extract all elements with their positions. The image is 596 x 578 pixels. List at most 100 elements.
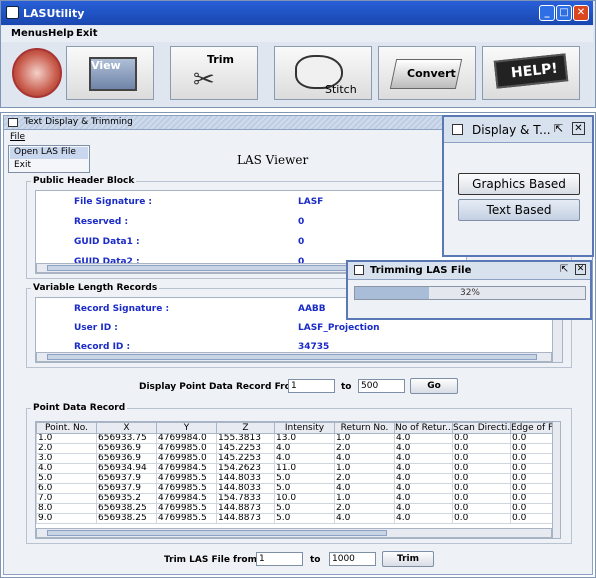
table-cell: 6.0: [36, 483, 97, 494]
table-cell: 0.0: [452, 453, 511, 464]
display-to-input[interactable]: 500: [358, 379, 405, 393]
menu-item-open[interactable]: Open LAS File: [10, 147, 88, 159]
table-cell: 145.2253: [216, 453, 275, 464]
trim-from-input[interactable]: 1: [256, 552, 303, 566]
table-cell: 1.0: [36, 433, 97, 444]
table-cell: 4.0: [394, 473, 453, 484]
menu-exit[interactable]: Exit: [76, 28, 98, 39]
table-cell: 0.0: [510, 433, 553, 444]
field-value: AABB: [298, 304, 326, 314]
table-cell: 154.2623: [216, 463, 275, 474]
table-row[interactable]: 1.0 656933.75 4769984.0 155.3813 13.0 1.0 4.0 0…: [36, 433, 553, 444]
app-titlebar: LASUtility _ □ ✕: [1, 1, 593, 25]
table-cell: 4.0: [394, 463, 453, 474]
table-cell: 0.0: [510, 443, 553, 454]
table-cell: 0.0: [452, 493, 511, 504]
table-hscrollbar[interactable]: [36, 528, 552, 538]
table-cell: 4.0: [36, 463, 97, 474]
trimming-dialog-title: Trimming LAS File: [370, 265, 472, 276]
column-header[interactable]: Z: [216, 422, 275, 434]
column-header[interactable]: Edge of F: [510, 422, 553, 434]
table-row[interactable]: 6.0 656937.9 4769985.5 144.8033 5.0 4.0 4.0 0.0…: [36, 483, 553, 494]
menu-item-exit[interactable]: Exit: [10, 160, 88, 172]
table-cell: 2.0: [36, 443, 97, 454]
table-cell: 656937.9: [96, 483, 157, 494]
column-header[interactable]: Scan Directi...: [452, 422, 511, 434]
display-from-input[interactable]: 1: [288, 379, 335, 393]
text-based-button[interactable]: Text Based: [458, 199, 580, 221]
minimize-button[interactable]: _: [539, 5, 555, 21]
table-cell: 0.0: [452, 503, 511, 514]
table-cell: 2.0: [334, 503, 395, 514]
table-row[interactable]: 5.0 656937.9 4769985.5 144.8033 5.0 2.0 4.0 0.0…: [36, 473, 553, 484]
table-cell: 0.0: [510, 483, 553, 494]
university-logo: [12, 48, 62, 98]
trim-button[interactable]: Trim ✂: [170, 46, 258, 100]
scroll-thumb[interactable]: [47, 530, 387, 536]
close-icon[interactable]: ✕: [575, 264, 586, 275]
scroll-thumb[interactable]: [47, 354, 537, 360]
scissors-icon: ✂: [193, 65, 215, 95]
window-icon: [8, 118, 18, 127]
field-label: Record ID :: [74, 342, 131, 349]
trim-to-label: to: [310, 555, 321, 565]
convert-button[interactable]: Convert: [378, 46, 476, 100]
table-cell: 0.0: [510, 453, 553, 464]
column-header[interactable]: Intensity: [274, 422, 335, 434]
column-header[interactable]: Y: [156, 422, 217, 434]
table-cell: 1.0: [334, 493, 395, 504]
table-cell: 4.0: [274, 443, 335, 454]
go-button[interactable]: Go: [410, 378, 458, 394]
maximize-button[interactable]: □: [556, 5, 572, 21]
table-cell: 9.0: [36, 513, 97, 524]
view-button[interactable]: View: [66, 46, 154, 100]
restore-icon[interactable]: ⇱: [554, 122, 563, 135]
point-data-group: Point Data Record Point. No. X Y Z Intensity…: [26, 403, 572, 544]
column-header[interactable]: Point. No.: [36, 422, 97, 434]
trim-to-input[interactable]: 1000: [329, 552, 376, 566]
file-dropdown: Open LAS File Exit: [8, 145, 90, 173]
close-icon[interactable]: ✕: [572, 122, 585, 135]
trim-progress-bar: 32%: [354, 286, 586, 300]
window-icon: [354, 265, 364, 275]
file-menu[interactable]: File: [10, 132, 25, 142]
table-row[interactable]: 4.0 656934.94 4769984.5 154.2623 11.0 1.0 4.0 0…: [36, 463, 553, 474]
stitch-button[interactable]: Stitch: [274, 46, 372, 100]
graphics-based-button[interactable]: Graphics Based: [458, 173, 580, 195]
table-cell: 0.0: [510, 513, 553, 524]
column-header[interactable]: No of Retur...: [394, 422, 453, 434]
column-header[interactable]: Return No.: [334, 422, 395, 434]
table-cell: 656936.9: [96, 453, 157, 464]
vlr-hscrollbar[interactable]: [36, 352, 552, 362]
table-vscrollbar[interactable]: [552, 422, 560, 538]
table-cell: 155.3813: [216, 433, 275, 444]
table-row[interactable]: 9.0 656938.25 4769985.5 144.8873 5.0 4.0 4.0 0.…: [36, 513, 553, 524]
help-button[interactable]: HELP!: [482, 46, 580, 100]
table-cell: 0.0: [510, 493, 553, 504]
vlr-title: Variable Length Records: [31, 283, 160, 293]
menu-help[interactable]: Help: [48, 28, 74, 39]
table-cell: 4.0: [394, 443, 453, 454]
column-header[interactable]: X: [96, 422, 157, 434]
table-cell: 0.0: [452, 433, 511, 444]
trim-submit-button[interactable]: Trim: [382, 551, 434, 567]
table-row[interactable]: 3.0 656936.9 4769985.0 145.2253 4.0 4.0 4.0 0.0…: [36, 453, 553, 464]
field-label: Record Signature :: [74, 304, 170, 314]
table-cell: 1.0: [334, 433, 395, 444]
table-cell: 2.0: [334, 473, 395, 484]
close-button[interactable]: ✕: [573, 5, 589, 21]
table-row[interactable]: 7.0 656935.2 4769984.5 154.7833 10.0 1.0 4.0 0.…: [36, 493, 553, 504]
table-row[interactable]: 2.0 656936.9 4769985.0 145.2253 4.0 2.0 4.0 0.0…: [36, 443, 553, 454]
restore-icon[interactable]: ⇱: [560, 264, 568, 275]
field-label: File Signature :: [74, 197, 153, 207]
table-cell: 5.0: [274, 473, 335, 484]
table-cell: 4769985.0: [156, 453, 217, 464]
menu-menus[interactable]: Menus: [11, 28, 48, 39]
table-cell: 2.0: [334, 443, 395, 454]
display-dialog-title: Display & T...: [472, 123, 551, 137]
table-cell: 3.0: [36, 453, 97, 464]
table-cell: 4769984.5: [156, 493, 217, 504]
table-row[interactable]: 8.0 656938.25 4769985.5 144.8873 5.0 2.0 4.0 0.…: [36, 503, 553, 514]
table-cell: 5.0: [36, 473, 97, 484]
table-cell: 4769985.0: [156, 443, 217, 454]
